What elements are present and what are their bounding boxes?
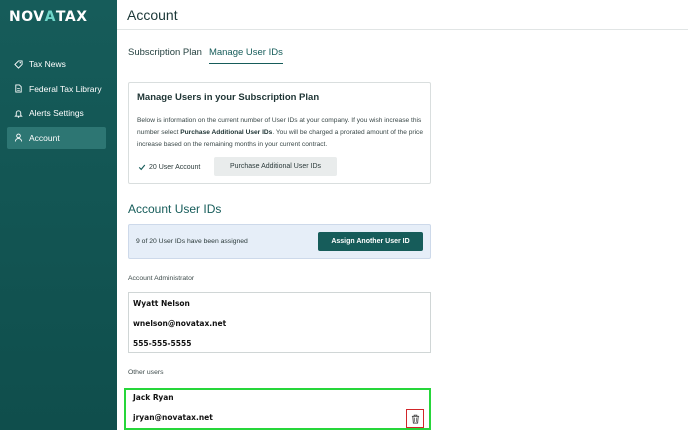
sidebar-item-alerts-settings[interactable]: Alerts Settings (7, 102, 106, 124)
sidebar-item-tax-news[interactable]: Tax News (7, 53, 106, 75)
assign-another-user-id-button[interactable]: Assign Another User ID (318, 232, 423, 251)
description-bold-text: Purchase Additional User IDs (180, 129, 273, 136)
sidebar-item-label: Federal Tax Library (29, 83, 102, 94)
admin-phone: 555-555-5555 (133, 339, 192, 348)
sidebar: NOV A TAX Tax News Federal Tax Library Ale… (0, 0, 117, 430)
sidebar-item-federal-tax-library[interactable]: Federal Tax Library (7, 78, 106, 100)
other-user-card: Jack Ryan jryan@novatax.net (124, 388, 431, 430)
sidebar-item-label: Tax News (29, 59, 66, 69)
sidebar-nav: Tax News Federal Tax Library Alerts Sett… (7, 53, 106, 151)
user-account-count: 20 User Account (138, 163, 200, 171)
user-icon (13, 133, 23, 143)
tag-icon (13, 59, 23, 69)
account-administrator-label: Account Administrator (128, 275, 195, 282)
other-user-name: Jack Ryan (133, 393, 174, 402)
logo-text-accent: A (44, 9, 56, 25)
checkmark-icon (138, 164, 146, 171)
tab-manage-user-ids[interactable]: Manage User IDs (208, 47, 283, 64)
page-title: Account (127, 7, 178, 23)
tab-bar: Subscription Plan Manage User IDs (128, 47, 290, 64)
admin-name: Wyatt Nelson (133, 299, 190, 308)
subscription-card-description: Below is information on the current numb… (137, 115, 427, 151)
novatax-logo[interactable]: NOV A TAX (9, 9, 88, 25)
account-administrator-card: Wyatt Nelson wnelson@novatax.net 555-555… (128, 292, 431, 353)
delete-user-button[interactable] (406, 409, 424, 428)
sidebar-item-account[interactable]: Account (7, 126, 106, 149)
user-account-count-label: 20 User Account (149, 163, 201, 171)
logo-text-right: TAX (55, 9, 88, 25)
assigned-ids-bar: 9 of 20 User IDs have been assigned Assi… (128, 224, 431, 259)
sidebar-item-label: Account (29, 132, 60, 143)
logo-text-left: NOV (9, 9, 45, 25)
document-icon (13, 84, 23, 94)
bell-icon (13, 108, 23, 118)
other-user-email: jryan@novatax.net (133, 413, 213, 422)
assigned-ids-text: 9 of 20 User IDs have been assigned (136, 238, 248, 245)
tab-subscription-plan[interactable]: Subscription Plan (128, 47, 202, 64)
subscription-card: Manage Users in your Subscription Plan B… (128, 82, 431, 184)
subscription-card-title: Manage Users in your Subscription Plan (137, 92, 320, 103)
purchase-additional-user-ids-button[interactable]: Purchase Additional User IDs (214, 157, 337, 176)
account-user-ids-title: Account User IDs (128, 202, 222, 216)
trash-icon (411, 414, 419, 423)
page-header: Account (117, 0, 688, 30)
sidebar-item-label: Alerts Settings (29, 108, 84, 118)
admin-email: wnelson@novatax.net (133, 319, 227, 328)
other-users-label: Other users (128, 369, 164, 376)
